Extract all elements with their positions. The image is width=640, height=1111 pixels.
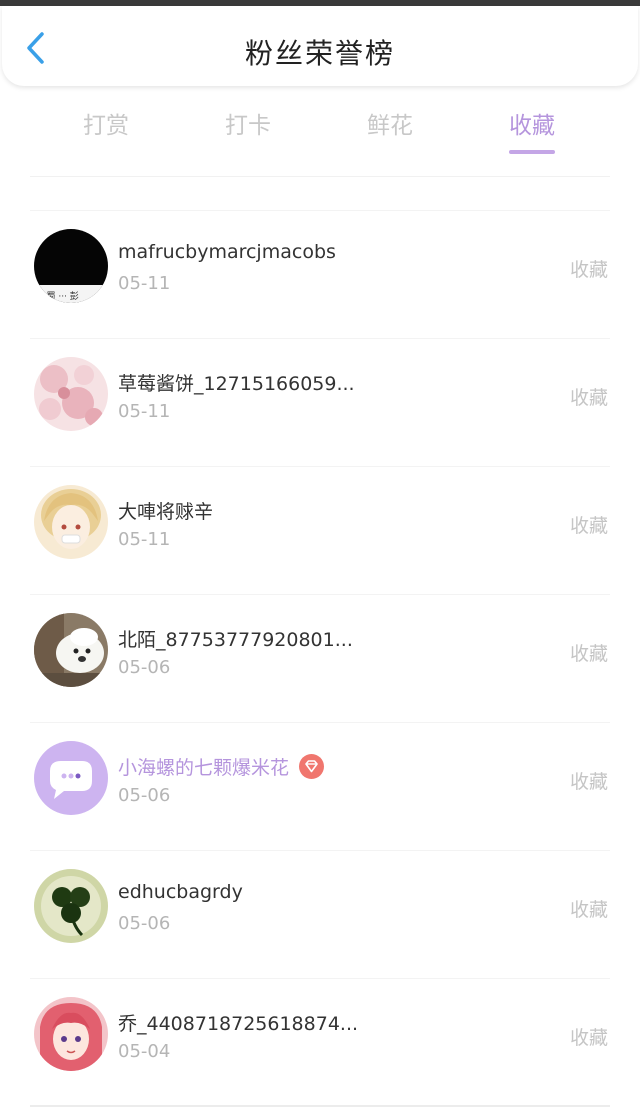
avatar-anime-blonde[interactable] <box>34 485 108 559</box>
tab-reward[interactable]: 打赏 <box>83 106 129 140</box>
tabs-divider <box>30 176 610 177</box>
page-title: 粉丝荣誉榜 <box>244 37 395 70</box>
tab-favorites[interactable]: 收藏 <box>509 106 555 154</box>
avatar-bear[interactable] <box>34 613 108 687</box>
avatar-chat-bubble[interactable] <box>34 741 108 815</box>
user-name-text: 小海螺的七颗爆米花 <box>118 757 290 779</box>
user-name: 北陌_87753777920801... <box>118 629 353 651</box>
date-label: 05-06 <box>118 785 171 806</box>
header-bar: 粉丝荣誉榜 <box>2 6 638 86</box>
action-label[interactable]: 收藏 <box>570 895 608 922</box>
active-tab-indicator <box>509 150 555 154</box>
user-name: 乔_4408718725618874... <box>118 1013 359 1035</box>
list-item[interactable]: 北陌_87753777920801... 05-06 收藏 <box>30 594 610 722</box>
action-label[interactable]: 收藏 <box>570 767 608 794</box>
date-label: 05-04 <box>118 1041 171 1062</box>
action-label[interactable]: 收藏 <box>570 511 608 538</box>
date-label: 05-06 <box>118 657 171 678</box>
date-label: 05-11 <box>118 273 171 294</box>
fan-list: `蜀 ··· 彭 mafrucbymarcjmacobs 05-11 收藏 草莓… <box>0 210 640 1106</box>
tab-checkin[interactable]: 打卡 <box>225 106 271 140</box>
list-item[interactable]: 草莓酱饼_12715166059... 05-11 收藏 <box>30 338 610 466</box>
tab-flowers[interactable]: 鲜花 <box>367 106 413 140</box>
action-label[interactable]: 收藏 <box>570 255 608 282</box>
list-item[interactable]: edhucbagrdy 05-06 收藏 <box>30 850 610 978</box>
avatar-anime-pink[interactable] <box>34 997 108 1071</box>
list-item[interactable]: 乔_4408718725618874... 05-04 收藏 <box>30 978 610 1106</box>
list-item[interactable]: 小海螺的七颗爆米花 05-06 收藏 <box>30 722 610 850</box>
date-label: 05-11 <box>118 401 171 422</box>
user-name: 草莓酱饼_12715166059... <box>118 373 355 395</box>
diamond-badge-icon <box>299 754 325 779</box>
tab-bar: 打赏 打卡 鲜花 收藏 <box>0 96 640 156</box>
user-name: edhucbagrdy <box>118 881 243 903</box>
avatar-black[interactable]: `蜀 ··· 彭 <box>34 229 108 303</box>
bottom-divider <box>30 1105 610 1107</box>
action-label[interactable]: 收藏 <box>570 1023 608 1050</box>
list-item[interactable]: 大唓将赇辛 05-11 收藏 <box>30 466 610 594</box>
user-name: mafrucbymarcjmacobs <box>118 241 336 263</box>
user-name: 大唓将赇辛 <box>118 501 214 523</box>
list-item[interactable]: `蜀 ··· 彭 mafrucbymarcjmacobs 05-11 收藏 <box>30 210 610 338</box>
date-label: 05-11 <box>118 529 171 550</box>
avatar-clover[interactable] <box>34 869 108 943</box>
action-label[interactable]: 收藏 <box>570 639 608 666</box>
svg-text:`蜀 ··· 彭: `蜀 ··· 彭 <box>42 290 79 302</box>
date-label: 05-06 <box>118 913 171 934</box>
user-name: 小海螺的七颗爆米花 <box>118 753 325 780</box>
avatar-pink-floral[interactable] <box>34 357 108 431</box>
tab-favorites-label: 收藏 <box>509 113 555 139</box>
action-label[interactable]: 收藏 <box>570 383 608 410</box>
